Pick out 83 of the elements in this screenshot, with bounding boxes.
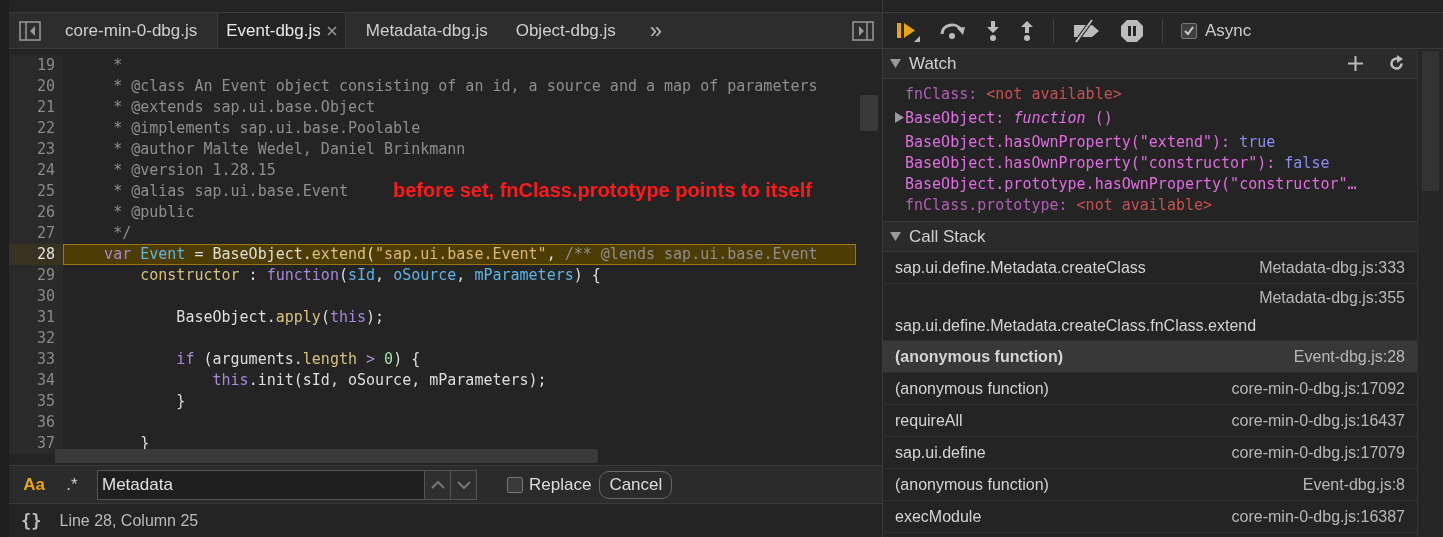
step-into-icon[interactable] (985, 19, 1001, 42)
chevron-up-icon[interactable] (430, 479, 445, 490)
watch-expression[interactable]: BaseObject.hasOwnProperty("extend"): true (905, 132, 1276, 151)
annotation-text: before set, fnClass.prototype points to itself (393, 178, 813, 203)
code-line: */ (112, 223, 133, 244)
line-number: 36 (9, 412, 63, 433)
line-number: 32 (9, 328, 63, 349)
async-checkbox[interactable] (1181, 22, 1197, 39)
code-line: BaseObject.apply(this); (175, 307, 386, 328)
line-number: 28 (9, 244, 63, 265)
step-out-icon[interactable] (1019, 19, 1035, 42)
cancel-button[interactable]: Cancel (599, 470, 673, 499)
regex-toggle[interactable]: .* (59, 474, 85, 495)
file-tab[interactable]: Object-dbg.js (507, 13, 624, 48)
add-icon[interactable] (1347, 55, 1364, 72)
close-icon[interactable] (326, 25, 337, 36)
code-line: * @implements sap.ui.base.Poolable (112, 118, 422, 139)
next-match-button[interactable] (450, 470, 476, 499)
section-title: Call Stack (909, 226, 987, 247)
line-number: 27 (9, 223, 63, 244)
search-input[interactable]: Metadata (98, 470, 424, 499)
watch-expression[interactable]: fnClass: <not available> (905, 84, 1122, 103)
section-header[interactable]: Watch (883, 49, 1417, 79)
line-number: 23 (9, 139, 63, 160)
expand-triangle-icon[interactable] (895, 112, 904, 123)
section-title: Watch (909, 53, 958, 74)
call-frame[interactable]: sap.ui.define.Metadata.createClass Metadata-dbg.js:333 (883, 252, 1417, 284)
line-number: 35 (9, 391, 63, 412)
toggle-debugger-icon[interactable] (852, 20, 874, 41)
async-label: Async (1205, 20, 1252, 41)
line-number: 30 (9, 286, 63, 307)
step-over-icon[interactable] (939, 20, 967, 41)
code-line: * @author Malte Wedel, Daniel Brinkmann (112, 139, 467, 160)
code-line: } (175, 391, 187, 412)
code-line: * @version 1.28.15 (112, 160, 277, 181)
code-line: * @class An Event object consisting of an id, a source and a map of parameters (112, 76, 819, 97)
line-number: 25 (9, 181, 63, 202)
replace-label: Replace (529, 474, 592, 495)
line-number: 21 (9, 97, 63, 118)
watch-expression[interactable]: BaseObject: function () (905, 108, 1113, 127)
code-line: if (arguments.length > 0) { (175, 349, 422, 370)
file-tab[interactable]: Event-dbg.js (217, 13, 346, 48)
pause-on-exceptions-icon[interactable] (1120, 18, 1144, 43)
call-frame[interactable]: (anonymous function) Event-dbg.js:8 (883, 469, 1417, 501)
call-frame[interactable]: (anonymous function) Event-dbg.js:28 (883, 341, 1417, 373)
call-frame[interactable]: execModule core-min-0-dbg.js:16387 (883, 501, 1417, 533)
line-number: 31 (9, 307, 63, 328)
line-number: 26 (9, 202, 63, 223)
refresh-icon[interactable] (1388, 55, 1405, 72)
line-number: 20 (9, 76, 63, 97)
more-tabs[interactable]: » (649, 17, 663, 44)
section-header[interactable]: Call Stack (883, 221, 1417, 252)
replace-checkbox[interactable] (507, 476, 523, 493)
search-field[interactable]: Metadata (97, 469, 477, 500)
collapse-triangle-icon[interactable] (890, 59, 901, 68)
collapse-triangle-icon[interactable] (890, 232, 901, 241)
file-tab[interactable]: Metadata-dbg.js (357, 13, 496, 48)
file-tab[interactable]: core-min-0-dbg.js (57, 13, 206, 48)
line-number: 37 (9, 433, 63, 454)
line-number: 22 (9, 118, 63, 139)
code-line: * (112, 55, 124, 76)
watch-expression[interactable]: BaseObject.prototype.hasOwnProperty("constructor"… (905, 174, 1357, 193)
line-number: 34 (9, 370, 63, 391)
previous-match-button[interactable] (424, 470, 450, 499)
code-line: * @alias sap.ui.base.Event (112, 181, 349, 202)
code-line: * @extends sap.ui.base.Object (112, 97, 377, 118)
watch-expression[interactable]: fnClass.prototype: <not available> (905, 195, 1213, 214)
code-line: constructor : function(sId, oSource, mParameters) { (139, 265, 602, 286)
line-number: 19 (9, 55, 63, 76)
line-number: 29 (9, 265, 63, 286)
cursor-position: Line 28, Column 25 (59, 511, 199, 530)
code-line: this.init(sId, oSource, mParameters); (211, 370, 548, 391)
line-number: 33 (9, 349, 63, 370)
pretty-print-button[interactable]: {} (21, 510, 42, 531)
line-number: 24 (9, 160, 63, 181)
watch-expression[interactable]: BaseObject.hasOwnProperty("constructor"): false (905, 153, 1330, 172)
call-frame[interactable]: sap.ui.define core-min-0-dbg.js:17079 (883, 437, 1417, 469)
chevron-down-icon[interactable] (456, 479, 471, 490)
call-frame[interactable]: (anonymous function) core-min-0-dbg.js:17092 (883, 373, 1417, 405)
call-frame[interactable]: requireAll core-min-0-dbg.js:16437 (883, 405, 1417, 437)
code-line: * @public (112, 202, 196, 223)
match-case-toggle[interactable]: Aa (21, 474, 47, 495)
toggle-navigator-icon[interactable] (19, 20, 41, 41)
